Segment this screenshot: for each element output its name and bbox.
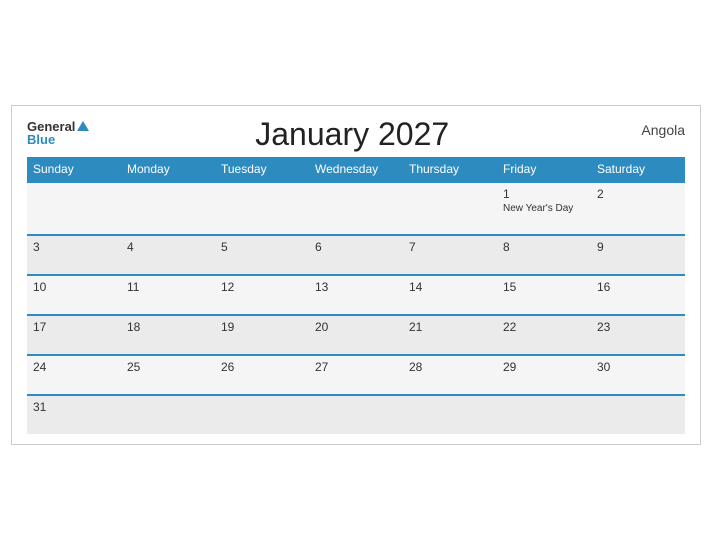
- day-number: 24: [33, 360, 115, 374]
- day-cell: 6: [309, 235, 403, 275]
- day-cell: 14: [403, 275, 497, 315]
- day-number: 22: [503, 320, 585, 334]
- day-number: 25: [127, 360, 209, 374]
- day-cell: 24: [27, 355, 121, 395]
- day-cell: 8: [497, 235, 591, 275]
- day-cell: [497, 395, 591, 434]
- day-cell: 30: [591, 355, 685, 395]
- day-cell: 1 New Year's Day: [497, 182, 591, 235]
- day-number: 14: [409, 280, 491, 294]
- day-cell: 17: [27, 315, 121, 355]
- day-cell: 7: [403, 235, 497, 275]
- day-number: 7: [409, 240, 491, 254]
- day-cell: 5: [215, 235, 309, 275]
- day-number: 10: [33, 280, 115, 294]
- calendar-title: January 2027: [89, 116, 615, 153]
- day-header-monday: Monday: [121, 157, 215, 182]
- day-cell: 9: [591, 235, 685, 275]
- day-number: 26: [221, 360, 303, 374]
- day-header-sunday: Sunday: [27, 157, 121, 182]
- day-number: 3: [33, 240, 115, 254]
- day-header-tuesday: Tuesday: [215, 157, 309, 182]
- day-number: 30: [597, 360, 679, 374]
- day-cell: 4: [121, 235, 215, 275]
- day-number: 8: [503, 240, 585, 254]
- day-cell: 22: [497, 315, 591, 355]
- day-number: 4: [127, 240, 209, 254]
- day-number: 15: [503, 280, 585, 294]
- day-cell: [121, 395, 215, 434]
- day-cell: 27: [309, 355, 403, 395]
- day-cell: [121, 182, 215, 235]
- day-cell: 20: [309, 315, 403, 355]
- day-number: 17: [33, 320, 115, 334]
- day-cell: 19: [215, 315, 309, 355]
- day-cell: [591, 395, 685, 434]
- day-cell: 26: [215, 355, 309, 395]
- calendar-grid: SundayMondayTuesdayWednesdayThursdayFrid…: [27, 157, 685, 434]
- week-row-5: 31: [27, 395, 685, 434]
- day-cell: [309, 395, 403, 434]
- day-number: 6: [315, 240, 397, 254]
- days-header-row: SundayMondayTuesdayWednesdayThursdayFrid…: [27, 157, 685, 182]
- day-cell: 15: [497, 275, 591, 315]
- day-number: 21: [409, 320, 491, 334]
- calendar-thead: SundayMondayTuesdayWednesdayThursdayFrid…: [27, 157, 685, 182]
- day-number: 11: [127, 280, 209, 294]
- day-cell: 12: [215, 275, 309, 315]
- day-cell: [27, 182, 121, 235]
- day-cell: 28: [403, 355, 497, 395]
- day-number: 9: [597, 240, 679, 254]
- day-event: New Year's Day: [503, 203, 585, 214]
- day-number: 29: [503, 360, 585, 374]
- logo-triangle-icon: [77, 121, 89, 131]
- logo-blue-text: Blue: [27, 133, 55, 146]
- day-number: 1: [503, 187, 585, 201]
- week-row-1: 3456789: [27, 235, 685, 275]
- day-number: 31: [33, 400, 115, 414]
- day-number: 16: [597, 280, 679, 294]
- day-cell: 2: [591, 182, 685, 235]
- day-cell: [403, 395, 497, 434]
- logo-area: General Blue: [27, 116, 89, 146]
- day-number: 27: [315, 360, 397, 374]
- day-number: 18: [127, 320, 209, 334]
- day-header-thursday: Thursday: [403, 157, 497, 182]
- day-cell: 13: [309, 275, 403, 315]
- day-number: 2: [597, 187, 679, 201]
- week-row-3: 17 18 19 20 21 22 23: [27, 315, 685, 355]
- day-cell: [215, 182, 309, 235]
- week-row-0: 1 New Year's Day 2: [27, 182, 685, 235]
- day-cell: 16: [591, 275, 685, 315]
- day-number: 12: [221, 280, 303, 294]
- day-header-wednesday: Wednesday: [309, 157, 403, 182]
- week-row-2: 10 11 12 13 14 15 16: [27, 275, 685, 315]
- day-cell: 25: [121, 355, 215, 395]
- day-cell: 18: [121, 315, 215, 355]
- calendar-container: General Blue January 2027 Angola SundayM…: [11, 105, 701, 445]
- day-header-friday: Friday: [497, 157, 591, 182]
- day-cell: 29: [497, 355, 591, 395]
- day-cell: 11: [121, 275, 215, 315]
- day-cell: 21: [403, 315, 497, 355]
- day-cell: [309, 182, 403, 235]
- week-row-4: 24 25 26 27 28 29 30: [27, 355, 685, 395]
- day-cell: 3: [27, 235, 121, 275]
- country-label: Angola: [615, 116, 685, 138]
- day-cell: 10: [27, 275, 121, 315]
- day-number: 28: [409, 360, 491, 374]
- day-number: 5: [221, 240, 303, 254]
- day-header-saturday: Saturday: [591, 157, 685, 182]
- day-cell: [215, 395, 309, 434]
- day-number: 20: [315, 320, 397, 334]
- day-cell: 23: [591, 315, 685, 355]
- calendar-tbody: 1New Year's Day2345678910111213141516171…: [27, 182, 685, 434]
- day-number: 19: [221, 320, 303, 334]
- calendar-header: General Blue January 2027 Angola: [27, 116, 685, 153]
- day-cell: 31: [27, 395, 121, 434]
- day-number: 13: [315, 280, 397, 294]
- day-number: 23: [597, 320, 679, 334]
- day-cell: [403, 182, 497, 235]
